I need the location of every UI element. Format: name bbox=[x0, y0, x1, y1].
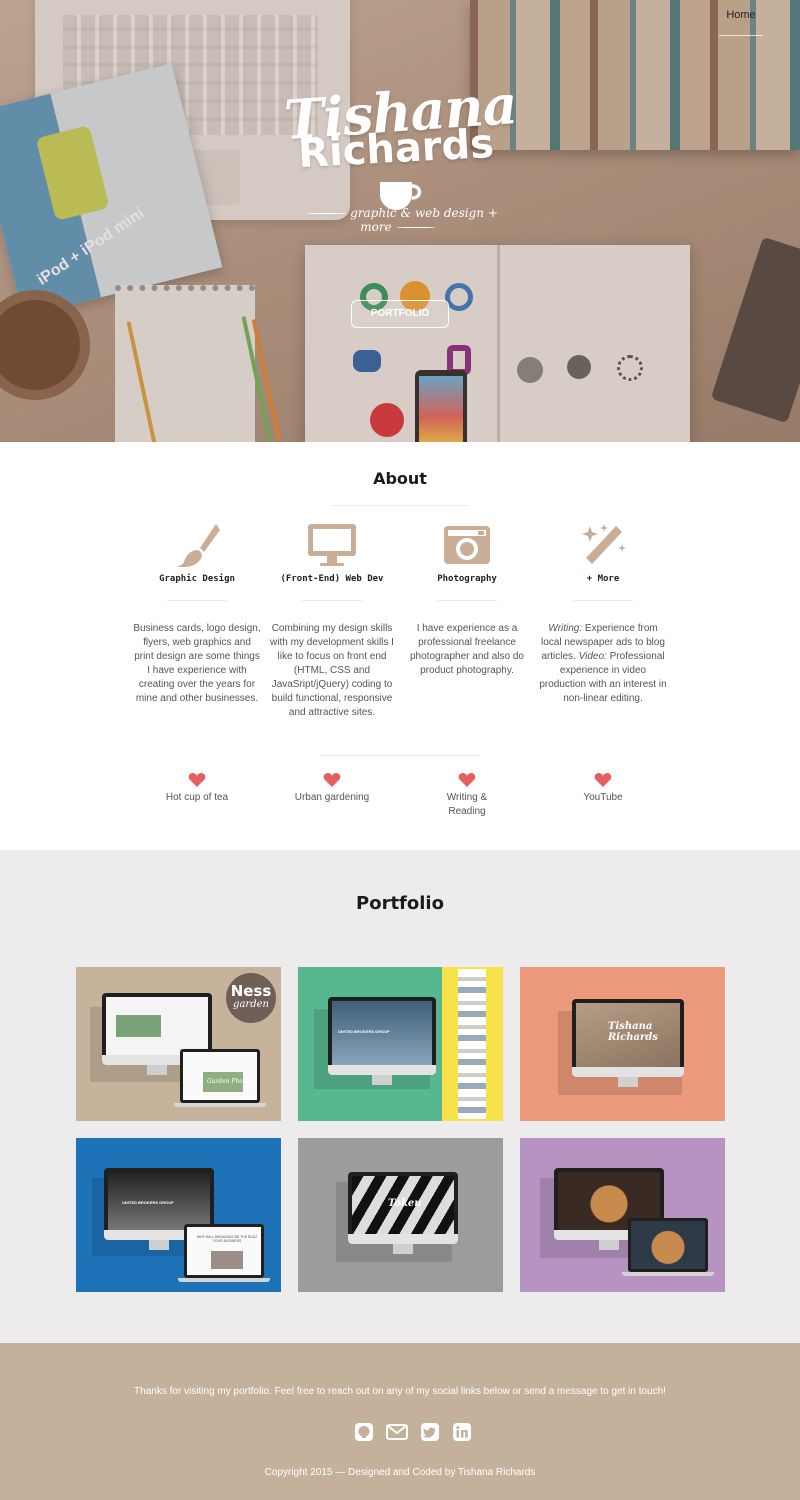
hero-section: iPod + iPod mini Home Tishana Richards g… bbox=[0, 0, 800, 442]
github-icon[interactable] bbox=[354, 1422, 374, 1442]
portfolio-tile-united-brokers[interactable]: UNITED BROKERS GROUP bbox=[298, 967, 503, 1121]
portfolio-tile-ubg[interactable]: UNITED BROKERS GROUP WHY WILL ARKANSAS B… bbox=[76, 1138, 281, 1292]
heart-icon bbox=[594, 773, 612, 787]
camera-icon bbox=[444, 526, 490, 564]
tagline: graphic & web design + more bbox=[290, 206, 510, 234]
skill-graphic-design: Graphic Design Business cards, logo desi… bbox=[132, 522, 262, 704]
heart-icon bbox=[458, 773, 476, 787]
monitor-icon bbox=[308, 524, 356, 566]
heart-icon bbox=[188, 773, 206, 787]
skill-web-dev: (Front-End) Web Dev Combining my design … bbox=[267, 522, 397, 718]
swirl-left-icon bbox=[306, 213, 347, 214]
hobby-item: Urban gardening bbox=[282, 772, 382, 805]
linkedin-icon[interactable] bbox=[452, 1422, 472, 1442]
portfolio-title: Portfolio bbox=[356, 893, 444, 914]
ness-garden-logo: Ness garden bbox=[226, 973, 276, 1023]
portfolio-tile-ness-garden[interactable]: Garden Photos Ness garden bbox=[76, 967, 281, 1121]
magic-wand-icon bbox=[582, 524, 626, 564]
mail-icon[interactable] bbox=[386, 1422, 408, 1442]
portfolio-button[interactable]: PORTFOLIO bbox=[351, 300, 449, 328]
heart-icon bbox=[323, 773, 341, 787]
nav-home-link[interactable]: Home bbox=[719, 9, 763, 36]
hobby-item: Writing & Reading bbox=[432, 772, 502, 819]
divider bbox=[320, 755, 480, 756]
portfolio-tile-token[interactable]: Token bbox=[298, 1138, 503, 1292]
portfolio-tile-food[interactable] bbox=[520, 1138, 725, 1292]
skill-photography: Photography I have experience as a profe… bbox=[402, 522, 532, 676]
portfolio-section: Portfolio Garden Photos Ness garden UNIT… bbox=[0, 850, 800, 1343]
about-title: About bbox=[373, 469, 427, 488]
twitter-icon[interactable] bbox=[420, 1422, 440, 1442]
social-links bbox=[352, 1422, 472, 1444]
hobby-item: YouTube bbox=[553, 772, 653, 805]
about-section: About Graphic Design Business cards, log… bbox=[0, 442, 800, 850]
copyright: Copyright 2015 — Designed and Coded by T… bbox=[264, 1467, 536, 1478]
footer: Thanks for visiting my portfolio. Feel f… bbox=[0, 1343, 800, 1500]
hobby-item: Hot cup of tea bbox=[147, 772, 247, 805]
more-description: Writing: Experience from local newspaper… bbox=[539, 623, 667, 704]
footer-message: Thanks for visiting my portfolio. Feel f… bbox=[134, 1386, 666, 1397]
paintbrush-icon bbox=[176, 524, 220, 568]
swirl-right-icon bbox=[395, 227, 436, 228]
portfolio-tile-tishana-richards[interactable]: Tishana Richards bbox=[520, 967, 725, 1121]
skill-more: + More Writing: Experience from local ne… bbox=[538, 522, 668, 704]
brand-logo: Tishana Richards bbox=[270, 72, 530, 212]
divider bbox=[330, 505, 470, 506]
